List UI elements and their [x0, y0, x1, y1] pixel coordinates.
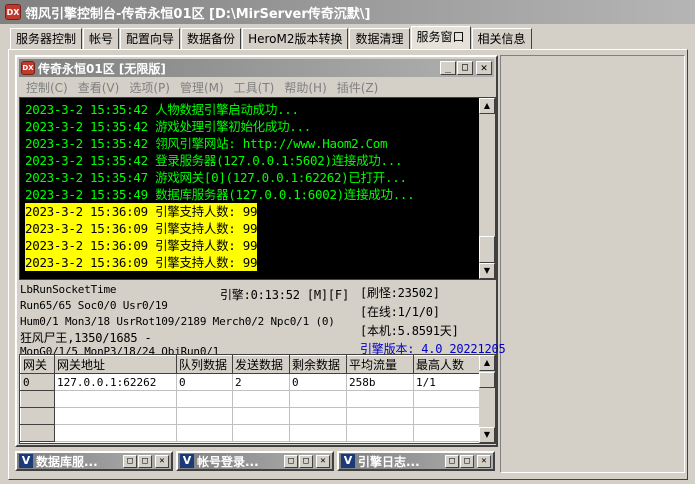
maximize-button[interactable]: □	[460, 454, 474, 468]
menu-manage[interactable]: 管理(M)	[175, 79, 229, 97]
table-row[interactable]	[20, 424, 482, 442]
close-button[interactable]: ✕	[155, 454, 169, 468]
server-child-window: DX 传奇永恒01区 [无限版] _ □ ✕ 控制(C) 查看(V) 选项(P)…	[15, 55, 506, 447]
minimized-window-account[interactable]: V 帐号登录... □ □ ✕	[176, 451, 334, 471]
restore-button[interactable]: □	[445, 454, 459, 468]
restore-button[interactable]: □	[457, 61, 473, 75]
tab-account[interactable]: 帐号	[83, 28, 120, 49]
menu-bar: 控制(C) 查看(V) 选项(P) 管理(M) 工具(T) 帮助(H) 插件(Z…	[21, 79, 383, 97]
window-v-icon: V	[19, 454, 33, 468]
mdi-client-area	[500, 55, 685, 473]
close-button[interactable]: ✕	[316, 454, 330, 468]
scroll-thumb[interactable]	[479, 372, 495, 388]
status-socket: LbRunSocketTime	[20, 283, 117, 296]
scroll-up-icon[interactable]: ▲	[479, 98, 495, 114]
log-line-highlighted: 2023-3-2 15:36:09 引擎支持人数: 99	[25, 203, 258, 220]
log-line: 2023-3-2 15:35:42 人物数据引擎启动成功...	[25, 102, 299, 117]
status-monster: 狂风尸王,1350/1685 -	[20, 331, 152, 345]
tab-server-control[interactable]: 服务器控制	[10, 28, 83, 49]
restore-button[interactable]: □	[123, 454, 137, 468]
grid-scrollbar[interactable]: ▲ ▼	[479, 355, 495, 443]
scroll-up-icon[interactable]: ▲	[479, 355, 495, 371]
main-tab-strip: 服务器控制 帐号 配置向导 数据备份 HeroM2版本转换 数据清理 服务窗口 …	[10, 26, 533, 49]
child-titlebar[interactable]: DX 传奇永恒01区 [无限版] _ □ ✕	[19, 59, 494, 77]
grid-cell: 127.0.0.1:62262	[54, 373, 177, 391]
log-line-highlighted: 2023-3-2 15:36:09 引擎支持人数: 99	[25, 237, 258, 254]
menu-tools[interactable]: 工具(T)	[229, 79, 280, 97]
grid-cell: 1/1	[413, 373, 482, 391]
minimized-title: 帐号登录...	[197, 454, 259, 469]
tab-related-info[interactable]: 相关信息	[471, 28, 532, 49]
menu-options[interactable]: 选项(P)	[124, 79, 175, 97]
grid-col-remaining[interactable]: 剩余数据	[289, 355, 347, 374]
close-button[interactable]: ✕	[477, 454, 491, 468]
restore-button[interactable]: □	[284, 454, 298, 468]
minimized-title: 引擎日志...	[358, 454, 420, 469]
status-run: Run65/65 Soc0/0 Usr0/19	[20, 299, 168, 312]
grid-col-queue[interactable]: 队列数据	[176, 355, 233, 374]
tab-herom2-convert[interactable]: HeroM2版本转换	[242, 28, 349, 49]
log-line: 2023-3-2 15:35:42 游戏处理引擎初始化成功...	[25, 119, 311, 134]
log-line: 2023-3-2 15:35:47 游戏网关[0](127.0.0.1:6226…	[25, 170, 407, 185]
grid-cell: 258b	[346, 373, 414, 391]
grid-cell: 0	[176, 373, 233, 391]
menu-view[interactable]: 查看(V)	[73, 79, 125, 97]
child-logo-icon: DX	[21, 61, 35, 75]
app-logo-icon: DX	[5, 4, 21, 20]
grid-col-sent[interactable]: 发送数据	[232, 355, 290, 374]
status-refresh: [刷怪:23502]	[360, 286, 440, 300]
minimized-window-engine-log[interactable]: V 引擎日志... □ □ ✕	[337, 451, 495, 471]
tab-service-window[interactable]: 服务窗口	[410, 26, 471, 49]
status-engine-time: 引擎:0:13:52 [M][F]	[220, 288, 349, 302]
scroll-thumb[interactable]	[479, 236, 495, 263]
log-line: 2023-3-2 15:35:42 登录服务器(127.0.0.1:5602)连…	[25, 153, 403, 168]
grid-header-row: 网关 网关地址 队列数据 发送数据 剩余数据 平均流量 最高人数	[20, 355, 482, 374]
status-hum: Hum0/1 Mon3/18 UsrRot109/2189 Merch0/2 N…	[20, 315, 335, 328]
gate-grid[interactable]: 网关 网关地址 队列数据 发送数据 剩余数据 平均流量 最高人数 0 127.0…	[19, 354, 496, 444]
log-line-highlighted: 2023-3-2 15:36:09 引擎支持人数: 99	[25, 254, 258, 271]
window-v-icon: V	[341, 454, 355, 468]
table-row[interactable]: 0 127.0.0.1:62262 0 2 0 258b 1/1	[20, 373, 482, 391]
window-v-icon: V	[180, 454, 194, 468]
menu-control[interactable]: 控制(C)	[21, 79, 73, 97]
table-row[interactable]	[20, 407, 482, 425]
tab-config-wizard[interactable]: 配置向导	[120, 28, 181, 49]
window-title: 翎风引擎控制台-传奇永恒01区 [D:\MirServer传奇沉默\]	[25, 6, 371, 22]
log-scrollbar[interactable]: ▲ ▼	[479, 98, 495, 279]
close-button[interactable]: ✕	[476, 61, 492, 75]
grid-col-max-users[interactable]: 最高人数	[413, 355, 482, 374]
maximize-button[interactable]: □	[138, 454, 152, 468]
table-row[interactable]	[20, 390, 482, 408]
menu-help[interactable]: 帮助(H)	[279, 79, 331, 97]
main-titlebar: DX 翎风引擎控制台-传奇永恒01区 [D:\MirServer传奇沉默\]	[0, 0, 695, 24]
grid-cell: 0	[20, 373, 55, 391]
grid-col-gate[interactable]: 网关	[20, 355, 55, 374]
minimized-window-database[interactable]: V 数据库服... □ □ ✕	[15, 451, 173, 471]
minimized-title: 数据库服...	[36, 454, 98, 469]
status-online: [在线:1/1/0]	[360, 305, 440, 319]
grid-cell: 2	[232, 373, 290, 391]
tab-data-cleanup[interactable]: 数据清理	[349, 28, 410, 49]
menu-plugins[interactable]: 插件(Z)	[332, 79, 384, 97]
log-line-highlighted: 2023-3-2 15:36:09 引擎支持人数: 99	[25, 220, 258, 237]
tab-data-backup[interactable]: 数据备份	[181, 28, 242, 49]
log-line: 2023-3-2 15:35:42 翎风引擎网站: http://www.Hao…	[25, 136, 388, 151]
scroll-down-icon[interactable]: ▼	[479, 263, 495, 279]
scroll-down-icon[interactable]: ▼	[479, 427, 495, 443]
grid-cell: 0	[289, 373, 347, 391]
log-console[interactable]: 2023-3-2 15:35:42 人物数据引擎启动成功... 2023-3-2…	[19, 97, 496, 280]
child-title: 传奇永恒01区 [无限版]	[38, 61, 166, 76]
maximize-button[interactable]: □	[299, 454, 313, 468]
grid-col-address[interactable]: 网关地址	[54, 355, 177, 374]
log-line: 2023-3-2 15:35:49 数据库服务器(127.0.0.1:6002)…	[25, 187, 415, 202]
status-local: [本机:5.8591天]	[360, 324, 459, 338]
minimize-button[interactable]: _	[440, 61, 456, 75]
grid-col-avg-traffic[interactable]: 平均流量	[346, 355, 414, 374]
